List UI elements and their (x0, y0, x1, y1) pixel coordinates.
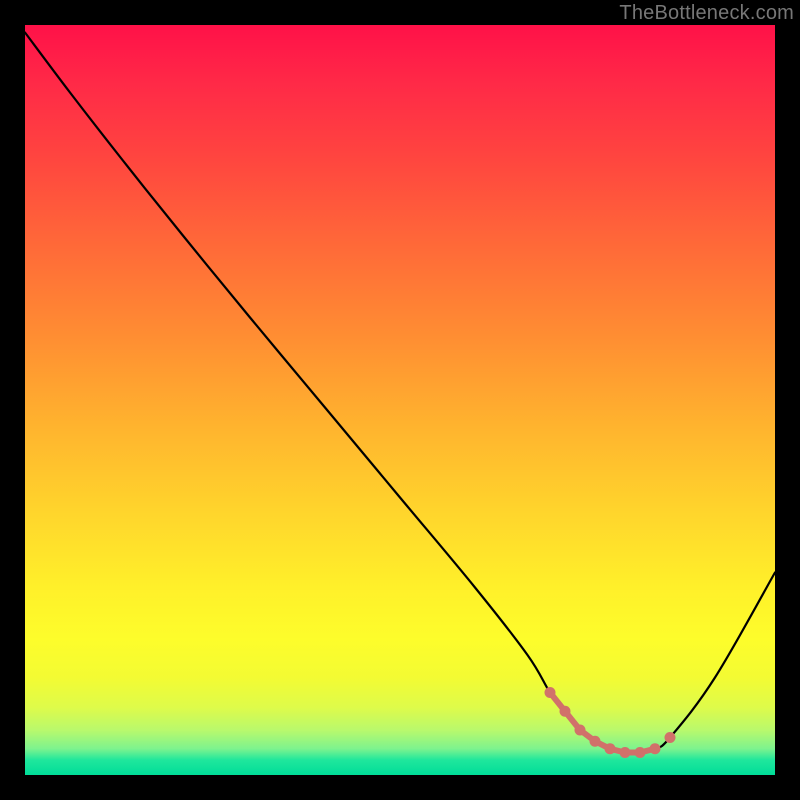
highlight-dot (590, 736, 601, 747)
plot-area (25, 25, 775, 775)
highlight-dot (545, 687, 556, 698)
highlight-dot (605, 743, 616, 754)
bottleneck-curve (25, 33, 775, 754)
highlight-dot (575, 725, 586, 736)
highlight-dot (650, 743, 661, 754)
highlight-dot (620, 747, 631, 758)
highlight-cap (550, 693, 655, 753)
watermark-text: TheBottleneck.com (619, 2, 794, 25)
chart-overlay (25, 25, 775, 775)
highlight-dot (665, 732, 676, 743)
highlight-dots (545, 687, 676, 758)
highlight-dot (635, 747, 646, 758)
chart-frame: TheBottleneck.com (0, 0, 800, 800)
highlight-dot (560, 706, 571, 717)
